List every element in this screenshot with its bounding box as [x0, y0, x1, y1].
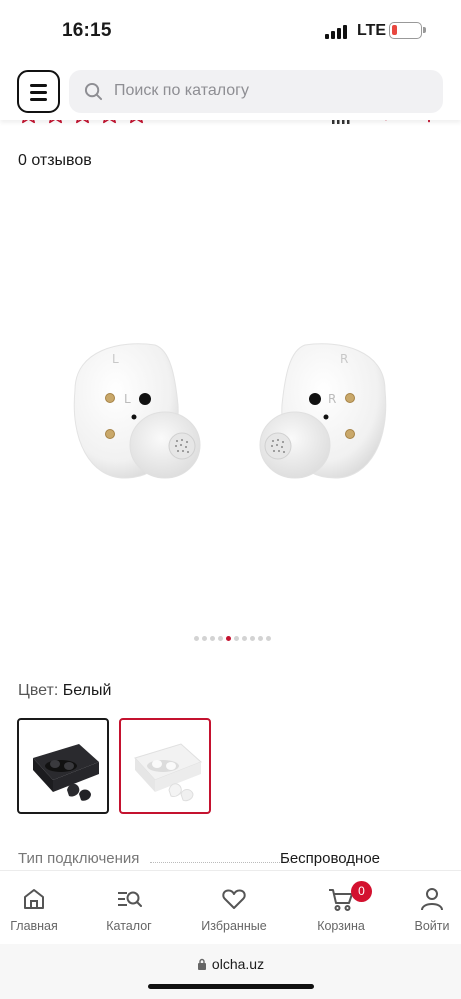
gallery-dot[interactable]	[266, 636, 271, 641]
search-input[interactable]: Поиск по каталогу	[69, 70, 443, 113]
left-earbud: L L	[73, 343, 201, 479]
site-header: Поиск по каталогу	[0, 62, 461, 120]
cart-badge: 0	[351, 881, 372, 902]
nav-item-catalog[interactable]: Каталог	[83, 871, 175, 945]
search-placeholder: Поиск по каталогу	[114, 82, 249, 99]
browser-url-bar[interactable]: olcha.uz	[0, 944, 461, 999]
gallery-dot[interactable]	[258, 636, 263, 641]
color-swatch-white[interactable]	[119, 718, 211, 814]
product-image[interactable]: L L R R	[50, 330, 410, 500]
signal-bars-icon	[325, 25, 347, 39]
nav-item-login[interactable]: Войти	[386, 871, 461, 945]
right-earbud: R R	[259, 343, 387, 479]
status-bar: 16:15 LTE	[0, 0, 461, 62]
gallery-dot[interactable]	[234, 636, 239, 641]
svg-text:L: L	[124, 392, 131, 406]
gallery-dot[interactable]	[210, 636, 215, 641]
nav-item-home[interactable]: Главная	[0, 871, 80, 945]
home-indicator[interactable]	[148, 984, 314, 989]
nav-label-login: Войти	[414, 919, 450, 933]
network-type: LTE	[357, 22, 387, 39]
color-label: Цвет: Белый	[18, 682, 111, 700]
gallery-dot[interactable]	[202, 636, 207, 641]
bottom-nav: Главная Каталог Избранные 0 Корзина Войт…	[0, 870, 461, 944]
gallery-dot[interactable]	[250, 636, 255, 641]
reviews-count[interactable]: 0 отзывов	[18, 152, 92, 170]
nav-item-cart[interactable]: 0 Корзина	[295, 871, 387, 945]
user-icon	[421, 888, 443, 911]
hamburger-menu-button[interactable]	[17, 70, 60, 113]
url-text: olcha.uz	[211, 956, 265, 972]
spec-value: Беспроводное	[280, 850, 381, 867]
spec-leader	[150, 862, 292, 863]
gallery-dot[interactable]	[218, 636, 223, 641]
nav-label-favorites: Избранные	[201, 919, 267, 933]
heart-icon	[222, 889, 246, 909]
spec-row: Тип подключения Беспроводное	[18, 850, 443, 870]
color-label-value: Белый	[62, 682, 112, 699]
lock-icon	[197, 958, 206, 970]
color-label-key: Цвет:	[18, 682, 59, 699]
search-icon	[84, 82, 103, 101]
svg-text:L: L	[112, 352, 119, 366]
nav-label-catalog: Каталог	[106, 919, 152, 933]
gallery-dot[interactable]	[194, 636, 199, 641]
hamburger-icon	[30, 84, 47, 87]
color-swatch-graphite[interactable]	[17, 718, 109, 814]
nav-label-home: Главная	[10, 919, 58, 933]
nav-label-cart: Корзина	[317, 919, 365, 933]
status-time: 16:15	[62, 20, 112, 41]
home-icon	[24, 889, 44, 909]
svg-text:R: R	[328, 392, 336, 406]
catalog-search-icon	[118, 891, 142, 907]
gallery-dot-active[interactable]	[226, 636, 231, 641]
gallery-dot[interactable]	[242, 636, 247, 641]
url-display[interactable]: olcha.uz	[0, 956, 461, 972]
battery-low-icon	[389, 22, 426, 39]
svg-text:R: R	[340, 352, 348, 366]
gallery-pagination[interactable]	[194, 636, 271, 641]
nav-item-favorites[interactable]: Избранные	[188, 871, 280, 945]
spec-key: Тип подключения	[18, 850, 140, 867]
